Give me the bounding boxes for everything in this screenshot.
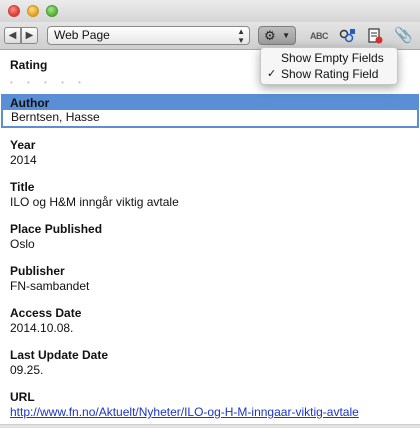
checkmark-icon: ✓ [267,68,277,80]
access-date-value[interactable]: 2014.10.08. [10,321,73,335]
item-type-select[interactable]: Web Page ▲ ▼ [47,26,250,45]
toolbar: ◀ ▶ Web Page ▲ ▼ ⚙ ▼ ABC 📎 [0,22,420,50]
gear-dropdown-menu: Show Empty Fields ✓ Show Rating Field [260,47,398,85]
menu-item-label: Show Empty Fields [281,51,384,65]
last-update-value[interactable]: 09.25. [10,363,43,377]
author-field[interactable]: Berntsen, Hasse [1,110,419,128]
menu-item-label: Show Rating Field [281,67,379,81]
field-label-year: Year [10,138,36,152]
citation-icon[interactable] [366,27,384,45]
field-label-author: Author [10,96,50,110]
field-label-last-update: Last Update Date [10,348,109,362]
gear-icon: ⚙ [264,28,276,43]
updown-arrows-icon: ▲ ▼ [237,27,245,45]
spellcheck-icon[interactable]: ABC [310,27,329,45]
item-type-value: Web Page [54,28,110,42]
field-label-access-date: Access Date [10,306,82,320]
spellcheck-label: ABC [310,31,329,41]
url-link[interactable]: http://www.fn.no/Aktuelt/Nyheter/ILO-og-… [10,405,359,419]
forward-button[interactable]: ▶ [21,27,38,44]
menu-item-show-rating-field[interactable]: ✓ Show Rating Field [261,66,399,82]
year-value[interactable]: 2014 [10,153,37,167]
actions-gear-button[interactable]: ⚙ ▼ [258,26,296,45]
field-label-publisher: Publisher [10,264,65,278]
title-value[interactable]: ILO og H&M inngår viktig avtale [10,195,179,209]
menu-item-show-empty-fields[interactable]: Show Empty Fields [261,50,399,66]
field-label-place: Place Published [10,222,103,236]
pane-bottom-edge [0,424,420,428]
zoom-window-button[interactable] [46,5,58,17]
minimize-window-button[interactable] [27,5,39,17]
attachment-paperclip-icon[interactable]: 📎 [394,27,413,45]
window-titlebar [0,0,420,22]
triangle-left-icon: ◀ [8,30,17,41]
triangle-right-icon: ▶ [25,30,34,41]
back-button[interactable]: ◀ [4,27,21,44]
field-label-url: URL [10,390,35,404]
field-author-header[interactable]: Author [1,94,419,111]
field-label-title: Title [10,180,35,194]
place-value[interactable]: Oslo [10,237,35,251]
publisher-value[interactable]: FN-sambandet [10,279,89,293]
rating-stars[interactable]: • • • • • [10,78,87,87]
close-window-button[interactable] [8,5,20,17]
field-label-rating: Rating [10,58,48,72]
chevron-down-icon: ▼ [282,31,290,40]
related-items-icon[interactable] [338,27,356,45]
